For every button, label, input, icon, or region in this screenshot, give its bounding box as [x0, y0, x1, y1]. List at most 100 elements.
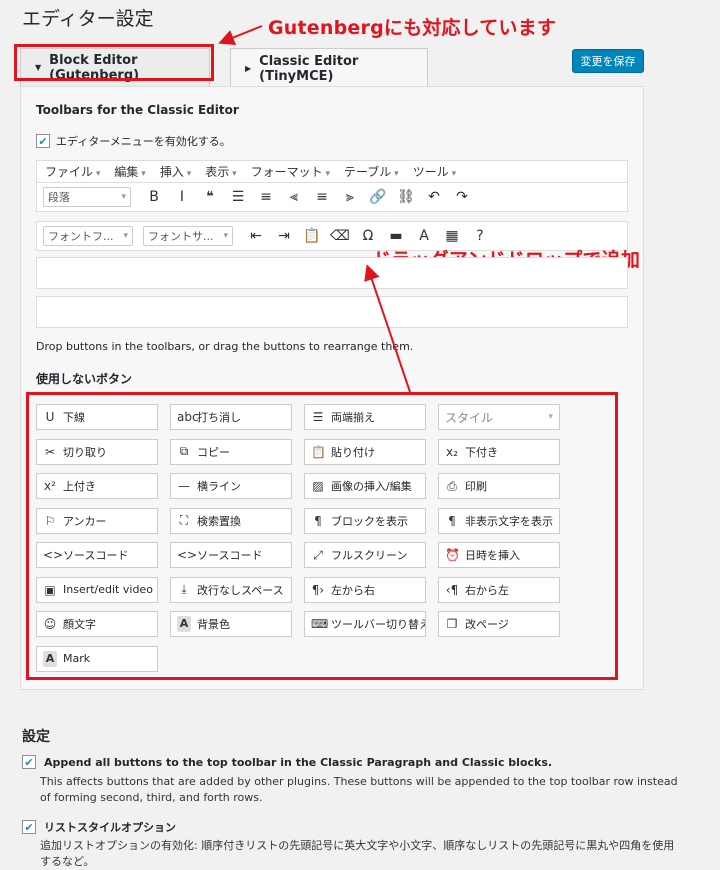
unused-button[interactable]: ⤢ フルスクリーン	[304, 542, 426, 568]
unused-button[interactable]: ‹¶ 右から左	[438, 576, 560, 603]
unused-button[interactable]: ⧉ コピー	[170, 438, 292, 465]
indent-icon[interactable]: ⇤	[243, 224, 269, 248]
menu-format[interactable]: フォーマット	[251, 163, 330, 180]
toolbar-row-3-dropzone[interactable]	[36, 257, 628, 289]
toolbar-row-4-dropzone[interactable]	[36, 296, 628, 328]
code-icon: <>	[177, 548, 198, 562]
unused-button-label: アンカー	[63, 514, 107, 528]
nonbreaking-space-icon: ⤓	[181, 582, 187, 596]
italic-icon[interactable]: I	[169, 185, 195, 209]
menu-edit[interactable]: 編集	[114, 163, 145, 180]
append-buttons-checkbox[interactable]: ✔	[22, 755, 36, 769]
superscript-icon: x²	[44, 479, 56, 493]
unused-button[interactable]: ⎙ 印刷	[438, 473, 560, 499]
pilcrow-icon: ¶	[314, 513, 322, 528]
save-button[interactable]: 変更を保存	[572, 49, 644, 73]
page-break-icon: ❐	[446, 617, 458, 631]
unused-button[interactable]: A Mark	[36, 645, 158, 672]
blockquote-icon[interactable]: ❝	[197, 185, 223, 209]
unused-button[interactable]: <> ソースコード	[36, 542, 158, 568]
copy-icon: ⧉	[179, 444, 189, 458]
horizontal-line-icon: —	[178, 479, 190, 493]
menu-table[interactable]: テーブル	[344, 163, 399, 180]
unused-button[interactable]: スタイル	[438, 404, 560, 430]
tab-label: Classic Editor (TinyMCE)	[259, 53, 359, 84]
unused-button[interactable]: U 下線	[36, 404, 158, 430]
align-center-icon[interactable]: ≡	[309, 185, 335, 209]
drop-hint: Drop buttons in the toolbars, or drag th…	[36, 340, 414, 353]
eraser-icon[interactable]: ⌫	[327, 224, 353, 248]
unused-button[interactable]: ¶ 非表示文字を表示	[438, 507, 560, 534]
unused-button[interactable]: ⛶ 検索置換	[170, 507, 292, 534]
unused-button-label: フルスクリーン	[331, 549, 408, 562]
unused-button[interactable]: ▣ Insert/edit video	[36, 576, 158, 603]
option-label: Append all buttons to the top toolbar in…	[44, 755, 553, 769]
unused-button[interactable]: ✂ 切り取り	[36, 438, 158, 465]
toolbars-heading: Toolbars for the Classic Editor	[36, 103, 239, 117]
clock-icon: ⏰	[445, 548, 460, 562]
undo-icon[interactable]: ↶	[421, 185, 447, 209]
bold-icon[interactable]: B	[141, 185, 167, 209]
unused-button-label: 非表示文字を表示	[465, 514, 553, 528]
cut-icon: ✂	[44, 444, 56, 459]
list-style-checkbox[interactable]: ✔	[22, 820, 36, 834]
redo-icon[interactable]: ↷	[449, 185, 475, 209]
paragraph-format-select[interactable]: 段落	[43, 187, 131, 207]
unused-button[interactable]: — 横ライン	[170, 473, 292, 499]
unused-button[interactable]: <> ソースコード	[170, 542, 292, 568]
outdent-icon[interactable]: ⇥	[271, 224, 297, 248]
pilcrow-icon: ¶	[448, 513, 456, 528]
unused-button[interactable]: ☺ 顔文字	[36, 611, 158, 637]
rtl-icon: ‹¶	[445, 582, 459, 597]
toolbar-row-1: 段落 BI❝☰≡⫷≡⫸🔗⛓↶↷	[36, 182, 628, 212]
unused-button[interactable]: 📋 貼り付け	[304, 438, 426, 465]
link-icon[interactable]: 🔗	[365, 185, 391, 209]
menu-view[interactable]: 表示	[205, 163, 236, 180]
unused-button[interactable]: x² 上付き	[36, 473, 158, 499]
unused-button[interactable]: abc 打ち消し	[170, 404, 292, 430]
enable-menu-checkbox[interactable]: ✔	[36, 134, 50, 148]
unused-button[interactable]: ▨ 画像の挿入/編集	[304, 473, 426, 499]
unused-button-label: Mark	[63, 652, 91, 665]
align-right-icon[interactable]: ⫸	[337, 185, 363, 209]
font-family-select[interactable]: フォントフ...	[43, 226, 133, 246]
unused-button[interactable]: ⏰ 日時を挿入	[438, 542, 560, 568]
unused-button[interactable]: ¶ ブロックを表示	[304, 507, 426, 534]
unused-button[interactable]: ⌨ ツールバー切り替え	[304, 611, 426, 637]
numbered-list-icon[interactable]: ≡	[253, 185, 279, 209]
image-icon: ▨	[312, 479, 324, 493]
unused-button-label: 画像の挿入/編集	[331, 480, 412, 493]
unused-button[interactable]: ¶› 左から右	[304, 576, 426, 603]
mark-icon: A	[43, 650, 57, 667]
option-description: 追加リストオプションの有効化: 順序付きリストの先頭記号に英大文字や小文字、順序…	[40, 839, 675, 868]
menu-tools[interactable]: ツール	[413, 163, 456, 180]
code-icon: <>	[43, 548, 64, 562]
menu-file[interactable]: ファイル	[45, 163, 100, 180]
menu-insert[interactable]: 挿入	[160, 163, 191, 180]
font-size-select[interactable]: フォントサ...	[143, 226, 233, 246]
unused-button-label: 改行なしスペース	[197, 583, 284, 597]
unused-button[interactable]: ⤓ 改行なしスペース	[170, 576, 292, 603]
annotation-gutenberg-note: Gutenbergにも対応しています	[268, 17, 557, 39]
unused-button[interactable]: ⚐ アンカー	[36, 507, 158, 534]
paste-text-icon[interactable]: 📋	[299, 224, 325, 248]
tab-classic-editor[interactable]: ▶ Classic Editor (TinyMCE)	[230, 48, 428, 88]
unused-button[interactable]: ☰ 両端揃え	[304, 404, 426, 430]
unused-button[interactable]: x₂ 下付き	[438, 438, 560, 465]
print-icon: ⎙	[447, 478, 457, 493]
align-left-icon[interactable]: ⫷	[281, 185, 307, 209]
arrow-to-block-tab	[218, 25, 263, 45]
unused-button[interactable]: A 背景色	[170, 611, 292, 637]
bullet-list-icon[interactable]: ☰	[225, 185, 251, 209]
ltr-icon: ¶›	[311, 582, 325, 597]
unused-button-label: 改ページ	[465, 618, 509, 631]
unused-button-label: 下線	[63, 411, 85, 424]
option-label: リストスタイルオプション	[44, 821, 176, 834]
toolbar-toggle-icon: ⌨	[311, 617, 329, 631]
unused-button-label: Insert/edit video	[63, 583, 153, 596]
unused-button[interactable]: ❐ 改ページ	[438, 611, 560, 637]
unused-button-label: ツールバー切り替え	[331, 618, 426, 631]
unlink-icon[interactable]: ⛓	[393, 185, 419, 209]
unused-button-label: 貼り付け	[331, 445, 375, 459]
unused-buttons-heading: 使用しないボタン	[36, 372, 133, 386]
